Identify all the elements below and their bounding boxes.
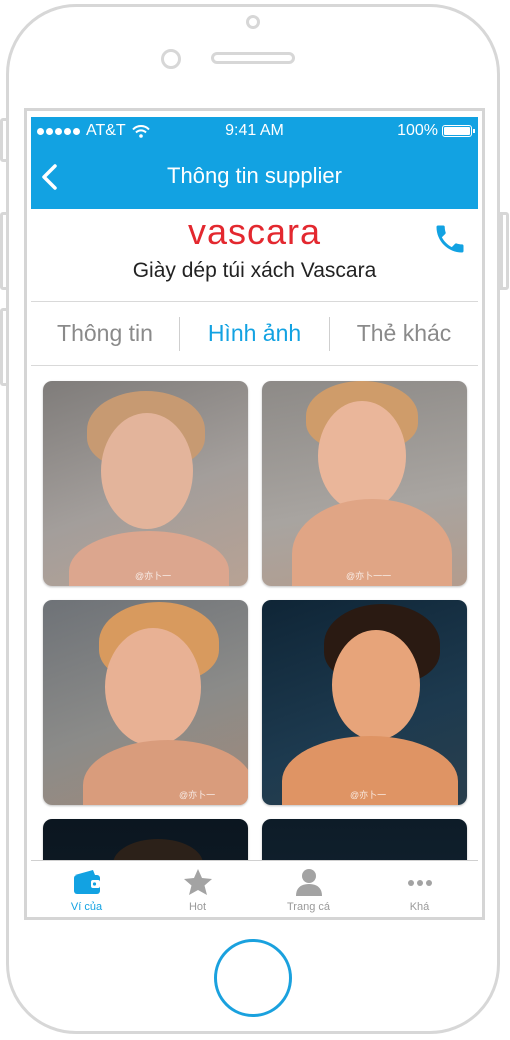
tabbar-item-wallet[interactable]: Ví của: [31, 861, 142, 917]
supplier-header: vascara Giày dép túi xách Vascara: [31, 209, 478, 301]
supplier-name: Giày dép túi xách Vascara: [132, 259, 377, 282]
gallery-photo[interactable]: @亦卜一: [43, 600, 248, 805]
photo-figure-face: [105, 628, 201, 746]
tabbar-label: Trang cá: [286, 901, 330, 913]
bottom-tab-bar: Ví của Hot Trang cá Khá: [31, 860, 478, 917]
nav-bar: Thông tin supplier: [31, 145, 478, 209]
battery-group: 100%: [397, 122, 475, 140]
tabbar-label: Hot: [188, 901, 207, 913]
tabbar-item-profile[interactable]: Trang cá: [253, 861, 364, 917]
call-button[interactable]: [432, 221, 468, 257]
tabbar-label: Khá: [409, 901, 430, 913]
front-camera: [161, 49, 181, 69]
tabbar-item-more[interactable]: Khá: [364, 861, 475, 917]
tabbar-label: Ví của: [70, 901, 103, 913]
segment-tabs: Thông tin Hình ảnh Thẻ khác: [31, 303, 478, 363]
gallery-photo[interactable]: @亦卜一一: [262, 381, 467, 586]
phone-icon: [436, 225, 464, 253]
status-bar: AT&T 9:41 AM 100%: [31, 117, 478, 145]
header-divider: [31, 301, 478, 302]
battery-icon: [442, 125, 475, 137]
tab-other-cards[interactable]: Thẻ khác: [330, 303, 478, 363]
wallet-icon: [73, 870, 100, 894]
page-title: Thông tin supplier: [167, 163, 342, 188]
volume-up-button: [0, 212, 9, 290]
battery-percent: 100%: [397, 122, 438, 139]
tabs-divider: [31, 365, 478, 366]
star-icon: [183, 869, 212, 895]
phone-screen: AT&T 9:41 AM 100% Thông tin supplier vas…: [24, 108, 485, 920]
mute-switch: [0, 118, 9, 162]
more-icon: [407, 880, 432, 886]
photo-figure-face: [101, 413, 193, 529]
photo-figure-face: [318, 401, 406, 511]
photo-watermark: @亦卜一一: [346, 571, 392, 581]
photo-figure-face: [332, 630, 420, 740]
gallery-photo[interactable]: @亦卜一: [43, 381, 248, 586]
home-button[interactable]: [214, 939, 292, 1017]
tabbar-item-hot[interactable]: Hot: [142, 861, 253, 917]
photo-watermark: @亦卜一: [135, 571, 172, 581]
earpiece-speaker: [211, 52, 295, 64]
volume-down-button: [0, 308, 9, 386]
app-view: AT&T 9:41 AM 100% Thông tin supplier vas…: [31, 117, 478, 917]
tab-images[interactable]: Hình ảnh: [180, 303, 329, 363]
gallery-photo[interactable]: @亦卜一: [262, 600, 467, 805]
tab-info[interactable]: Thông tin: [31, 303, 179, 363]
photo-figure-body: [83, 740, 248, 805]
supplier-logo: vascara: [187, 211, 322, 252]
proximity-sensor: [246, 15, 260, 29]
power-button: [500, 212, 509, 290]
person-icon: [295, 869, 322, 896]
photo-watermark: @亦卜一: [350, 790, 387, 800]
photo-watermark: @亦卜一: [179, 790, 216, 800]
